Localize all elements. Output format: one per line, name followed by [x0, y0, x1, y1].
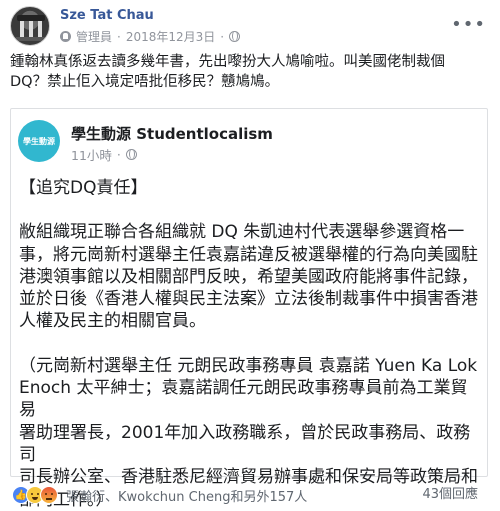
body-line: 港澳領事館以及相關部門反映，希望美國政府能將事件記錄， [19, 266, 478, 287]
body-line: （元崗新村選舉主任 元朗民政事務專員 袁嘉諾 Yuen Ka Lok [19, 355, 478, 376]
body-line: 人權及民主的相關官員。 [19, 311, 206, 332]
shared-post-card[interactable]: 學生動源 學生動源 Studentlocalism 11小時 · 【追究DQ責任… [10, 108, 488, 510]
globe-icon [125, 149, 137, 160]
shared-meta: 11小時 · [71, 145, 137, 164]
more-options-icon[interactable]: ••• [451, 14, 486, 35]
post-text: 鍾翰林真係返去讀多幾年書，先出嚟扮大人鳩喻啦。叫美國佬制裁個 DQ？禁止佢入境定… [10, 52, 490, 92]
shared-paragraph-1: 敝組織現正聯合各組織就 DQ 朱凱迪村代表選舉參選資格一 事，將元崗新村選舉主任… [19, 221, 481, 332]
body-line: 敝組織現正聯合各組織就 DQ 朱凱迪村代表選舉參選資格一 [19, 222, 465, 243]
comments-count[interactable]: 43個回應 [422, 484, 478, 506]
body-line: 並於日後《香港人權與民主法案》立法後制裁事件中損害香港 [19, 289, 478, 310]
author-role: 管理員 [76, 30, 113, 44]
globe-icon[interactable] [229, 31, 241, 42]
body-line: 【追究DQ責任】 [19, 178, 148, 198]
body-line: Enoch 太平紳士；袁嘉諾調任元朗民政事務專員前為工業貿易 [19, 378, 468, 421]
meta-separator: · [116, 147, 121, 162]
post-meta: 管理員 · 2018年12月3日 · [60, 28, 241, 45]
shared-author-name[interactable]: 學生動源 Studentlocalism [71, 123, 273, 144]
author-avatar[interactable] [10, 6, 50, 46]
body-line: 署助理署長，2001年加入政務職系，曾於民政事務局、政務司 [19, 422, 471, 465]
admin-badge-icon [60, 31, 71, 42]
shared-heading: 【追究DQ責任】 [19, 177, 481, 199]
reaction-names[interactable]: 張瀚衍、Kwokchun Cheng和另外157人 [66, 486, 307, 505]
shared-time[interactable]: 11小時 [71, 145, 112, 164]
reactions-bar: 👍 張瀚衍、Kwokchun Cheng和另外157人 43個回應 [12, 484, 490, 506]
body-line: 事，將元崗新村選舉主任袁嘉諾違反被選舉權的行為向美國駐 [19, 244, 478, 265]
post-text-line: DQ？禁止佢入境定唔批佢移民？戇鳩鳩。 [10, 74, 280, 90]
shared-post-body: 【追究DQ責任】 敝組織現正聯合各組織就 DQ 朱凱迪村代表選舉參選資格一 事，… [19, 177, 481, 511]
post-text-line: 鍾翰林真係返去讀多幾年書，先出嚟扮大人鳩喻啦。叫美國佬制裁個 [10, 54, 445, 70]
meta-separator: · [220, 29, 225, 44]
author-name[interactable]: Sze Tat Chau [60, 8, 154, 23]
angry-icon[interactable] [40, 486, 58, 504]
meta-separator: · [117, 29, 121, 44]
post-header: Sze Tat Chau 管理員 · 2018年12月3日 · ••• [10, 6, 490, 46]
page-avatar[interactable]: 學生動源 [18, 120, 60, 162]
post-date[interactable]: 2018年12月3日 [126, 28, 215, 45]
